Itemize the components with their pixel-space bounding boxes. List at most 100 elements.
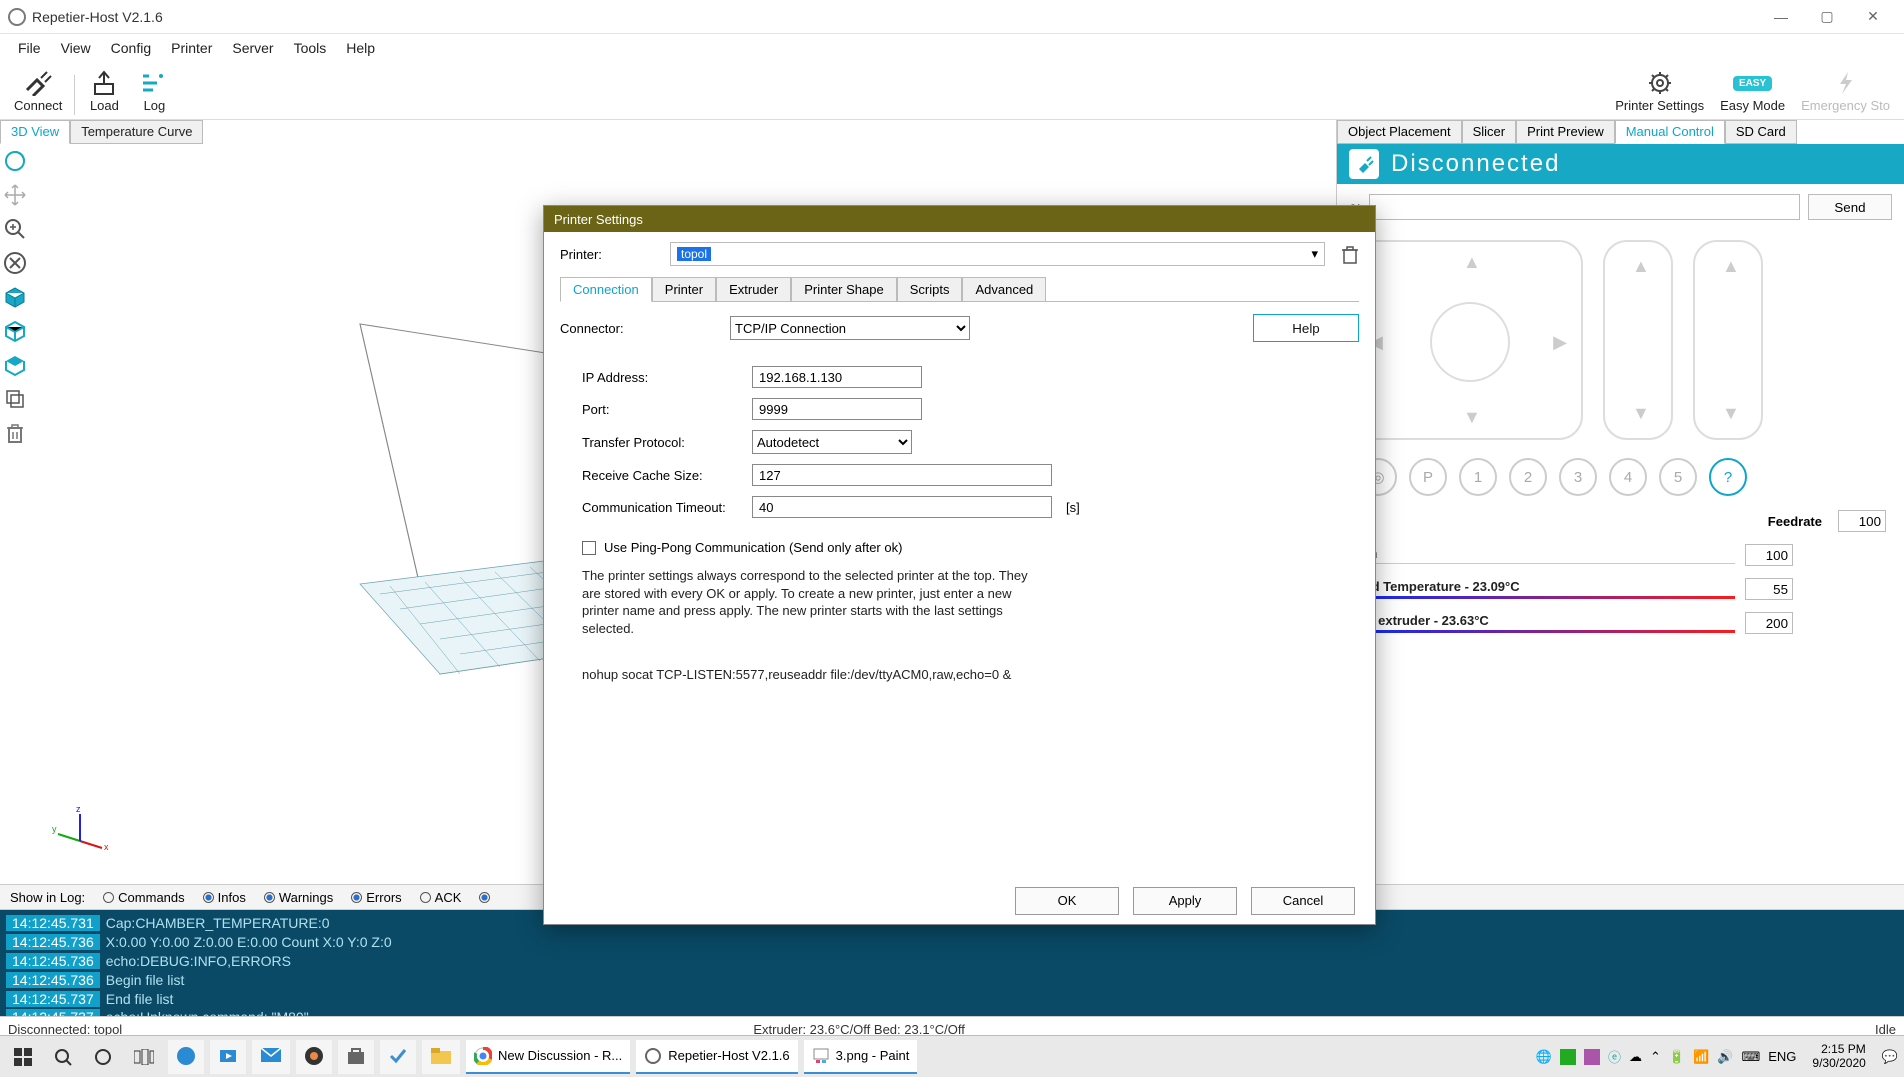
- tray-keyboard-icon[interactable]: ⌨: [1741, 1049, 1760, 1065]
- arrow-down-icon[interactable]: ▼: [1463, 407, 1481, 428]
- jog-xy-pad[interactable]: ▲ ▼ ◀ ▶: [1353, 240, 1583, 440]
- menu-printer[interactable]: Printer: [161, 36, 222, 60]
- start-button[interactable]: [6, 1040, 40, 1074]
- delete-printer-icon[interactable]: [1341, 245, 1359, 263]
- tray-icon[interactable]: ☁: [1629, 1049, 1642, 1065]
- dlg-tab-connection[interactable]: Connection: [560, 277, 652, 302]
- tab-temperature-curve[interactable]: Temperature Curve: [70, 120, 203, 144]
- taskbar-movies[interactable]: [210, 1040, 246, 1074]
- taskbar-mail[interactable]: [252, 1040, 290, 1074]
- tab-sd-card[interactable]: SD Card: [1725, 120, 1797, 144]
- tray-icon[interactable]: ⓔ: [1608, 1047, 1621, 1066]
- tray-clock[interactable]: 2:15 PM 9/30/2020: [1804, 1043, 1873, 1069]
- load-button[interactable]: Load: [79, 66, 129, 115]
- taskbar-todo[interactable]: [380, 1040, 416, 1074]
- taskbar-app1[interactable]: [296, 1040, 332, 1074]
- send-button[interactable]: Send: [1808, 194, 1892, 220]
- tab-manual-control[interactable]: Manual Control: [1615, 120, 1725, 144]
- log-button[interactable]: Log: [129, 66, 179, 115]
- filter-infos[interactable]: Infos: [203, 890, 246, 905]
- tray-volume-icon[interactable]: 🔊: [1717, 1049, 1733, 1065]
- menu-server[interactable]: Server: [222, 36, 283, 60]
- gcode-input[interactable]: [1369, 194, 1800, 220]
- taskbar-repetier[interactable]: Repetier-Host V2.1.6: [636, 1040, 797, 1074]
- tray-icon[interactable]: [1560, 1049, 1576, 1065]
- filter-extra[interactable]: [479, 892, 490, 903]
- move-view-icon[interactable]: [2, 182, 28, 208]
- jog-z-pad[interactable]: ▲ ▼: [1603, 240, 1673, 440]
- minimize-button[interactable]: —: [1758, 2, 1804, 32]
- taskbar-store[interactable]: [338, 1040, 374, 1074]
- tab-object-placement[interactable]: Object Placement: [1337, 120, 1462, 144]
- e-up-icon[interactable]: ▲: [1722, 256, 1740, 277]
- taskbar-edge[interactable]: [168, 1040, 204, 1074]
- z-up-icon[interactable]: ▲: [1632, 256, 1650, 277]
- preset-p[interactable]: P: [1409, 458, 1447, 496]
- preset-help[interactable]: ?: [1709, 458, 1747, 496]
- tray-wifi-icon[interactable]: 📶: [1693, 1049, 1709, 1065]
- z-down-icon[interactable]: ▼: [1632, 403, 1650, 424]
- iso-view-icon[interactable]: [2, 284, 28, 310]
- tray-icon[interactable]: 🌐: [1536, 1049, 1552, 1065]
- tray-language[interactable]: ENG: [1768, 1049, 1796, 1064]
- timeout-input[interactable]: [752, 496, 1052, 518]
- protocol-select[interactable]: Autodetect: [752, 430, 912, 454]
- jog-extruder-pad[interactable]: ▲ ▼: [1693, 240, 1763, 440]
- tab-slicer[interactable]: Slicer: [1462, 120, 1517, 144]
- fan-input[interactable]: [1745, 544, 1793, 566]
- preset-5[interactable]: 5: [1659, 458, 1697, 496]
- menu-help[interactable]: Help: [336, 36, 385, 60]
- preset-4[interactable]: 4: [1609, 458, 1647, 496]
- close-button[interactable]: ✕: [1850, 2, 1896, 32]
- e-down-icon[interactable]: ▼: [1722, 403, 1740, 424]
- printer-select[interactable]: topol ▾: [670, 242, 1325, 266]
- filter-warnings[interactable]: Warnings: [264, 890, 333, 905]
- pingpong-checkbox[interactable]: [582, 541, 596, 555]
- parallel-proj-icon[interactable]: [2, 386, 28, 412]
- arrow-right-icon[interactable]: ▶: [1553, 332, 1567, 353]
- help-button[interactable]: Help: [1253, 314, 1359, 342]
- taskbar-chrome[interactable]: New Discussion - R...: [466, 1040, 630, 1074]
- tray-notifications-icon[interactable]: 💬: [1882, 1049, 1898, 1065]
- maximize-button[interactable]: ▢: [1804, 2, 1850, 32]
- arrow-up-icon[interactable]: ▲: [1463, 252, 1481, 273]
- port-input[interactable]: [752, 398, 922, 420]
- easy-mode-button[interactable]: EASY Easy Mode: [1712, 66, 1793, 115]
- cancel-button[interactable]: Cancel: [1251, 887, 1355, 915]
- preset-2[interactable]: 2: [1509, 458, 1547, 496]
- cache-size-input[interactable]: [752, 464, 1052, 486]
- clear-icon[interactable]: [2, 420, 28, 446]
- ip-address-input[interactable]: [752, 366, 922, 388]
- emergency-stop-button[interactable]: Emergency Sto: [1793, 66, 1898, 115]
- connect-button[interactable]: Connect: [6, 66, 70, 115]
- tray-icon[interactable]: [1584, 1049, 1600, 1065]
- rotate-view-icon[interactable]: [2, 148, 28, 174]
- search-icon[interactable]: [46, 1040, 80, 1074]
- dlg-tab-scripts[interactable]: Scripts: [897, 277, 963, 302]
- front-view-icon[interactable]: [2, 318, 28, 344]
- tab-print-preview[interactable]: Print Preview: [1516, 120, 1615, 144]
- taskbar-explorer[interactable]: [422, 1040, 460, 1074]
- menu-view[interactable]: View: [51, 36, 101, 60]
- dlg-tab-shape[interactable]: Printer Shape: [791, 277, 897, 302]
- taskview-icon[interactable]: [126, 1040, 162, 1074]
- top-view-icon[interactable]: [2, 352, 28, 378]
- ok-button[interactable]: OK: [1015, 887, 1119, 915]
- filter-commands[interactable]: Commands: [103, 890, 184, 905]
- connector-select[interactable]: TCP/IP Connection: [730, 316, 970, 340]
- feedrate-input[interactable]: [1838, 510, 1886, 532]
- dlg-tab-printer[interactable]: Printer: [652, 277, 716, 302]
- menu-file[interactable]: File: [8, 36, 51, 60]
- filter-ack[interactable]: ACK: [420, 890, 462, 905]
- tray-chevron-up-icon[interactable]: ⌃: [1650, 1049, 1661, 1065]
- zoom-icon[interactable]: [2, 216, 28, 242]
- preset-3[interactable]: 3: [1559, 458, 1597, 496]
- dlg-tab-advanced[interactable]: Advanced: [962, 277, 1046, 302]
- menu-config[interactable]: Config: [101, 36, 161, 60]
- extruder-temp-input[interactable]: [1745, 612, 1793, 634]
- dlg-tab-extruder[interactable]: Extruder: [716, 277, 791, 302]
- tab-3d-view[interactable]: 3D View: [0, 120, 70, 144]
- tray-battery-icon[interactable]: 🔋: [1669, 1049, 1685, 1065]
- filter-errors[interactable]: Errors: [351, 890, 401, 905]
- taskbar-paint[interactable]: 3.png - Paint: [804, 1040, 918, 1074]
